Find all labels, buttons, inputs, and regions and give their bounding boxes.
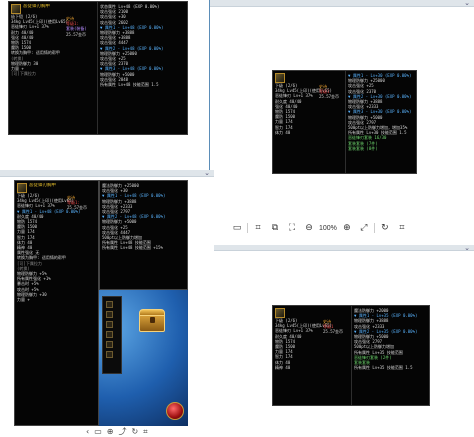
rotate-icon[interactable]: ↻ xyxy=(378,222,392,234)
share-icon[interactable]: ⤴ xyxy=(118,427,126,436)
tooltip-line: 所有属性 Lv+48 技能范围 1.5 xyxy=(100,82,159,88)
viewer-toolbar: ▭ ⌗ ⧉ ⛶ ⊖ 100% ⊕ ⤢ ↻ ⌗ xyxy=(230,222,409,234)
fit-icon[interactable]: ▭ xyxy=(94,427,102,436)
toolbar-separator xyxy=(373,223,375,233)
crop-icon[interactable]: ⌗ xyxy=(143,427,148,436)
inventory-slot[interactable] xyxy=(106,351,113,358)
tooltip-line: 精神 40 xyxy=(275,364,291,370)
treasure-chest[interactable] xyxy=(139,309,165,332)
item-name: 恶徒锋刃胸甲 xyxy=(29,183,56,188)
game-screenshot: 恶徒锋刃胸甲 下级 (2/6) 34kg Lv45(上印)(使用Lv65) 恶徒锋刃… xyxy=(14,180,188,426)
window-titlebar[interactable]: ⌄ xyxy=(210,0,474,7)
tooltip-line: ▼ 属性3 - Lv+30 (EXP 0.00%) xyxy=(348,109,412,115)
tooltip-line: 所有属性 Lv+35 技能范围 1.5 xyxy=(354,365,413,371)
zoom-level: 100% xyxy=(319,224,337,232)
item-name: 恶徒锋刃胸甲 xyxy=(23,4,50,9)
tooltip-line: 套装套装 (8件) xyxy=(348,145,378,151)
item-tooltip-1: 恶徒锋刃胸甲 极下铠 (2/6) 34kg Lv45(上印)(使用Lv65) 恶徒锋… xyxy=(8,1,188,135)
inventory-panel xyxy=(102,296,122,374)
image-icon[interactable]: ▭ xyxy=(230,222,244,234)
image-viewer-window-3: ⌄ 恶徒锋刃胸甲 下级 (2/6) 34kg Lv45(上印)(使用Lv65) 恶徒… xyxy=(0,169,214,426)
inventory-slot[interactable] xyxy=(106,311,113,318)
item-icon xyxy=(275,73,285,83)
zoom-in-icon[interactable]: ⊕ xyxy=(340,222,354,234)
inventory-slot[interactable] xyxy=(106,331,113,338)
tooltip-line: 所有属性 Lv+48 技能范围 +15% xyxy=(102,245,163,251)
fit-icon[interactable]: ⛶ xyxy=(285,222,299,234)
item-icon xyxy=(11,4,21,14)
window-titlebar[interactable]: ⌄ xyxy=(214,244,474,252)
inventory-slot[interactable] xyxy=(106,341,113,348)
price-badge: 25.57金币 xyxy=(66,31,87,37)
tooltip-line: [可]下属拉力 xyxy=(11,71,36,77)
toolbar-separator xyxy=(247,223,248,233)
item-tooltip-3: 恶徒锋刃胸甲 下级 (2/6) 34kg Lv45(上印)(使用Lv65) 恶徒锋刃… xyxy=(14,180,99,426)
rotate-icon[interactable]: ↻ xyxy=(131,427,138,436)
crop-icon[interactable]: ⌗ xyxy=(395,222,409,234)
tooltip-line: 力量 + xyxy=(17,297,30,303)
scan-icon[interactable]: ⌗ xyxy=(251,222,265,234)
price-badge: 25.57金币 xyxy=(67,205,88,211)
zoom-icon[interactable]: ⊕ xyxy=(107,427,114,436)
inventory-slot[interactable] xyxy=(106,321,113,328)
item-tooltip-2: 下级 (2/6) 34kg Lv45(上印)(使用Lv65) 恶徒锋刃 Lv+1 3… xyxy=(272,70,417,174)
image-viewer-window-1: 恶徒锋刃胸甲 极下铠 (2/6) 34kg Lv45(上印)(使用Lv65) 恶徒锋… xyxy=(0,0,210,174)
viewer-bottom-toolbar: ‹ ▭ ⊕ ⤴ ↻ ⌗ xyxy=(0,426,214,437)
tooltip-line: 体力 40 xyxy=(275,129,291,135)
zoom-out-icon[interactable]: ⊖ xyxy=(302,222,316,234)
expand-icon[interactable]: ⤢ xyxy=(357,222,371,234)
chevron-down-icon[interactable]: ⌄ xyxy=(464,244,470,252)
copy-icon[interactable]: ⧉ xyxy=(268,222,282,234)
price-badge: 25.57金币 xyxy=(323,329,344,335)
window-titlebar[interactable]: ⌄ xyxy=(0,169,214,177)
chevron-down-icon[interactable]: ⌄ xyxy=(464,0,470,7)
item-icon xyxy=(275,308,285,318)
chevron-down-icon[interactable]: ⌄ xyxy=(204,169,210,177)
inventory-slot[interactable] xyxy=(106,301,113,308)
item-icon xyxy=(17,183,27,193)
scroll-left-icon[interactable]: ‹ xyxy=(86,427,89,436)
item-tooltip-4: 下级 (2/6) 34kg Lv45(上印)(使用Lv65) 恶徒锋刃 Lv+1 3… xyxy=(272,305,430,406)
item-tooltip-3b: 魔法防御力 +25000 攻击强化 +30 ▼ 属性1 - Lv+48 (EXP … xyxy=(99,180,188,290)
image-viewer-window-2: ⌄ 下级 (2/6) 34kg Lv45(上印)(使用Lv65) 恶徒锋刃 Lv+1… xyxy=(210,0,474,245)
image-viewer-window-4: ⌄ 下级 (2/6) 34kg Lv45(上印)(使用Lv65) 恶徒锋刃 Lv+1… xyxy=(214,244,474,437)
hp-orb xyxy=(166,402,184,420)
price-badge: 25.57金币 xyxy=(319,94,340,100)
